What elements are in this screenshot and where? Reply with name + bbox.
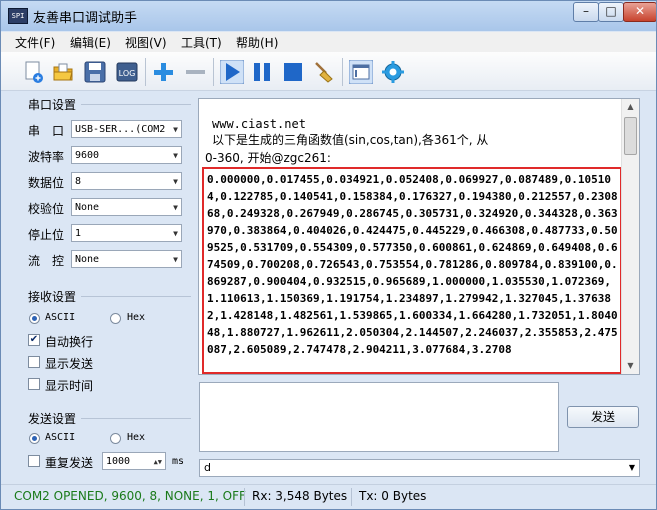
scroll-up-icon[interactable]: ▲ bbox=[622, 99, 639, 115]
flow-control-label: 流 控 bbox=[28, 254, 65, 268]
close-button[interactable]: ✕ bbox=[623, 2, 656, 22]
minimize-button[interactable]: – bbox=[573, 2, 599, 22]
send-hex-label: Hex bbox=[127, 432, 146, 443]
menu-edit[interactable]: 编辑(E) bbox=[70, 34, 111, 51]
scroll-thumb[interactable] bbox=[624, 117, 637, 155]
send-textarea[interactable] bbox=[199, 382, 559, 452]
menu-help[interactable]: 帮助(H) bbox=[236, 34, 278, 51]
scroll-down-icon[interactable]: ▼ bbox=[622, 358, 639, 374]
baud-rate-select[interactable]: 9600 ▼ bbox=[71, 146, 182, 164]
window-icon[interactable] bbox=[348, 59, 374, 85]
receive-data-text: 0.000000,0.017455,0.034921,0.052408,0.06… bbox=[207, 173, 618, 356]
receive-line-range: 0-360, 开始@zgc261: bbox=[205, 151, 331, 165]
menu-bar: 文件(F) 编辑(E) 视图(V) 工具(T) 帮助(H) bbox=[1, 32, 656, 52]
remove-icon[interactable] bbox=[183, 60, 207, 84]
port-select[interactable]: USB-SER...(COM2 ▼ bbox=[71, 120, 182, 138]
show-send-checkbox[interactable] bbox=[28, 356, 40, 368]
send-history-select[interactable]: d ▼ bbox=[199, 459, 640, 477]
stepper-arrows-icon[interactable]: ▲▼ bbox=[154, 453, 162, 469]
save-icon[interactable] bbox=[83, 60, 107, 84]
highlighted-data-block: 0.000000,0.017455,0.034921,0.052408,0.06… bbox=[202, 167, 622, 374]
window-title: 友善串口调试助手 bbox=[33, 11, 138, 26]
settings-gear-icon[interactable] bbox=[381, 60, 405, 84]
chevron-down-icon: ▼ bbox=[173, 229, 178, 238]
repeat-send-checkbox[interactable] bbox=[28, 455, 40, 467]
send-ascii-radio[interactable] bbox=[29, 433, 40, 444]
menu-tools[interactable]: 工具(T) bbox=[181, 34, 222, 51]
toolbar-separator bbox=[213, 58, 214, 86]
send-ascii-label: ASCII bbox=[45, 432, 76, 443]
baud-rate-label: 波特率 bbox=[28, 150, 65, 164]
status-separator bbox=[244, 488, 245, 506]
receive-line-description: 以下是生成的三角函数值(sin,cos,tan),各361个, 从 bbox=[212, 133, 489, 147]
receive-header-text: www.ciast.net 以下是生成的三角函数值(sin,cos,tan),各… bbox=[212, 116, 488, 148]
app-window: SPI 友善串口调试助手 – □ ✕ 文件(F) 编辑(E) 视图(V) 工具(… bbox=[0, 0, 657, 510]
data-bits-label: 数据位 bbox=[28, 176, 65, 190]
auto-wrap-checkbox[interactable]: ✔ bbox=[28, 334, 40, 346]
receive-scrollbar[interactable]: ▲ ▼ bbox=[621, 99, 639, 374]
receive-ascii-label: ASCII bbox=[45, 312, 76, 323]
menu-view[interactable]: 视图(V) bbox=[125, 34, 167, 51]
stop-icon[interactable] bbox=[281, 60, 305, 84]
group-divider bbox=[81, 104, 191, 105]
parity-label: 校验位 bbox=[28, 202, 65, 216]
status-bar: COM2 OPENED, 9600, 8, NONE, 1, OFF Rx: 3… bbox=[1, 484, 656, 509]
group-divider bbox=[81, 418, 191, 419]
receive-line-url: www.ciast.net bbox=[212, 117, 306, 131]
receive-ascii-radio[interactable] bbox=[29, 313, 40, 324]
status-separator bbox=[351, 488, 352, 506]
stop-bits-select[interactable]: 1 ▼ bbox=[71, 224, 182, 242]
chevron-down-icon: ▼ bbox=[628, 463, 635, 472]
serial-settings-title: 串口设置 bbox=[28, 98, 77, 112]
show-time-label: 显示时间 bbox=[45, 379, 94, 393]
port-label: 串 口 bbox=[28, 124, 65, 138]
stop-bits-label: 停止位 bbox=[28, 228, 65, 242]
data-bits-select[interactable]: 8 ▼ bbox=[71, 172, 182, 190]
interval-stepper[interactable]: 1000 ▲▼ bbox=[102, 452, 166, 470]
parity-select[interactable]: None ▼ bbox=[71, 198, 182, 216]
send-settings-title: 发送设置 bbox=[28, 412, 77, 426]
chevron-down-icon: ▼ bbox=[173, 125, 178, 134]
receive-hex-label: Hex bbox=[127, 312, 146, 323]
add-icon[interactable] bbox=[151, 60, 175, 84]
chevron-down-icon: ▼ bbox=[173, 151, 178, 160]
receive-textarea[interactable]: www.ciast.net 以下是生成的三角函数值(sin,cos,tan),各… bbox=[198, 98, 640, 375]
port-status: COM2 OPENED, 9600, 8, NONE, 1, OFF bbox=[14, 489, 246, 503]
rx-count: Rx: 3,548 Bytes bbox=[252, 489, 348, 503]
app-icon: SPI bbox=[8, 8, 28, 24]
group-divider bbox=[81, 296, 191, 297]
show-send-label: 显示发送 bbox=[45, 357, 94, 371]
send-hex-radio[interactable] bbox=[110, 433, 121, 444]
menu-file[interactable]: 文件(F) bbox=[15, 34, 55, 51]
new-document-icon[interactable] bbox=[21, 60, 45, 84]
auto-wrap-label: 自动换行 bbox=[45, 335, 94, 349]
chevron-down-icon: ▼ bbox=[173, 255, 178, 264]
flow-control-select[interactable]: None ▼ bbox=[71, 250, 182, 268]
clear-broom-icon[interactable] bbox=[312, 60, 336, 84]
toolbar: LOG bbox=[1, 52, 656, 91]
tx-count: Tx: 0 Bytes bbox=[359, 489, 427, 503]
pause-icon[interactable] bbox=[250, 60, 274, 84]
receive-hex-radio[interactable] bbox=[110, 313, 121, 324]
send-button[interactable]: 发送 bbox=[567, 406, 639, 428]
log-icon[interactable]: LOG bbox=[115, 60, 139, 84]
svg-text:LOG: LOG bbox=[119, 69, 136, 78]
open-folder-icon[interactable] bbox=[51, 60, 75, 84]
toolbar-separator bbox=[145, 58, 146, 86]
maximize-button[interactable]: □ bbox=[598, 2, 624, 22]
repeat-send-label: 重复发送 bbox=[45, 456, 94, 470]
chevron-down-icon: ▼ bbox=[173, 177, 178, 186]
receive-settings-title: 接收设置 bbox=[28, 290, 77, 304]
title-bar: SPI 友善串口调试助手 – □ ✕ bbox=[1, 1, 656, 31]
play-icon[interactable] bbox=[219, 59, 245, 85]
toolbar-separator bbox=[342, 58, 343, 86]
chevron-down-icon: ▼ bbox=[173, 203, 178, 212]
interval-unit: ms bbox=[172, 456, 185, 467]
show-time-checkbox[interactable] bbox=[28, 378, 40, 390]
